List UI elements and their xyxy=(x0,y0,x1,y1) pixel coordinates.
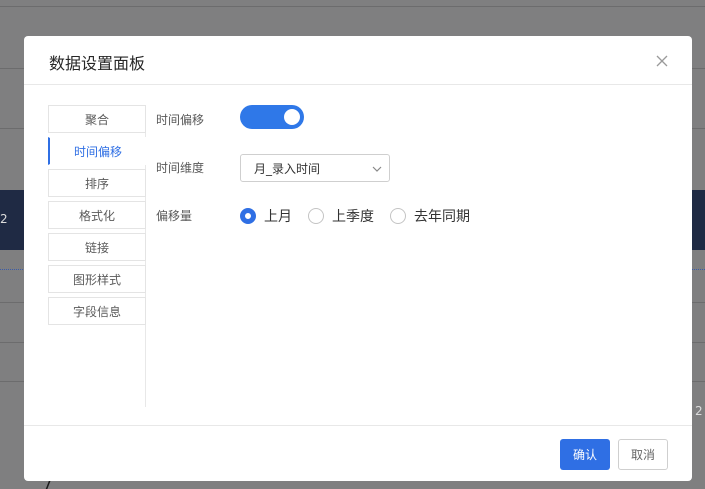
confirm-button[interactable]: 确认 xyxy=(560,439,610,470)
background-number: 2 xyxy=(695,404,703,418)
tab-format[interactable]: 格式化 xyxy=(48,201,146,229)
tab-aggregate[interactable]: 聚合 xyxy=(48,105,146,133)
offset-label: 偏移量 xyxy=(156,209,193,223)
radio-label: 上季度 xyxy=(332,209,374,225)
time-offset-toggle[interactable] xyxy=(240,105,304,129)
radio-last-month[interactable]: 上月 xyxy=(240,207,292,225)
tab-time-offset[interactable]: 时间偏移 xyxy=(48,137,147,165)
radio-label: 去年同期 xyxy=(414,209,470,225)
radio-unchecked-icon xyxy=(390,208,406,224)
modal-title: 数据设置面板 xyxy=(49,54,146,73)
tab-field-info[interactable]: 字段信息 xyxy=(48,297,146,325)
cancel-button[interactable]: 取消 xyxy=(618,439,668,470)
radio-label: 上月 xyxy=(264,209,292,225)
close-icon[interactable] xyxy=(652,51,672,71)
tab-graphic-style[interactable]: 图形样式 xyxy=(48,265,146,293)
radio-checked-icon xyxy=(240,208,256,224)
toggle-knob xyxy=(284,109,300,125)
settings-tab-list: 聚合 时间偏移 排序 格式化 链接 图形样式 字段信息 xyxy=(48,105,147,407)
time-dimension-select[interactable]: 月_录入时间 xyxy=(240,154,390,182)
modal-header: 数据设置面板 xyxy=(24,36,692,85)
tab-link[interactable]: 链接 xyxy=(48,233,146,261)
radio-unchecked-icon xyxy=(308,208,324,224)
chevron-down-icon xyxy=(372,166,382,172)
data-settings-modal: 数据设置面板 聚合 时间偏移 排序 格式化 链接 图形样式 字段信息 时间偏移 … xyxy=(24,36,692,481)
background-number: 2 xyxy=(0,212,8,226)
modal-footer: 确认 取消 xyxy=(24,425,692,481)
time-offset-label: 时间偏移 xyxy=(156,113,205,127)
radio-last-quarter[interactable]: 上季度 xyxy=(308,207,374,225)
background-divider xyxy=(0,6,705,7)
time-dimension-label: 时间维度 xyxy=(156,161,205,175)
time-dimension-value: 月_录入时间 xyxy=(254,161,321,176)
radio-same-period-last-year[interactable]: 去年同期 xyxy=(390,207,470,225)
tab-sort[interactable]: 排序 xyxy=(48,169,146,197)
